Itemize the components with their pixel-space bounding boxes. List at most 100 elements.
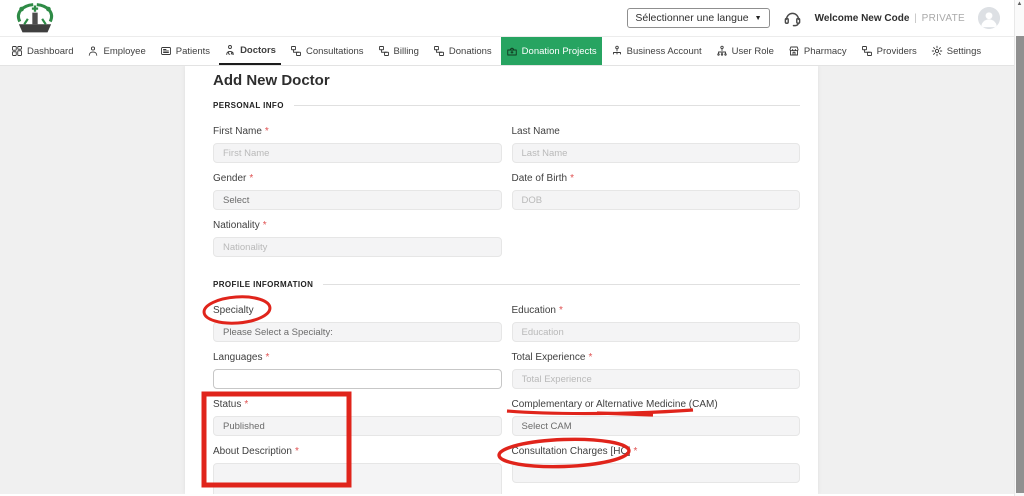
- nav-item-employee[interactable]: Employee: [82, 37, 150, 65]
- total-experience-input[interactable]: [511, 369, 800, 389]
- field-gender: Gender * Select: [213, 173, 502, 210]
- required-marker: *: [249, 173, 254, 184]
- education-input[interactable]: [511, 322, 800, 342]
- nav-item-patients[interactable]: Patients: [155, 37, 215, 65]
- providers-flow-icon: [861, 46, 872, 56]
- field-label: Complementary or Alternative Medicine (C…: [511, 399, 718, 410]
- required-marker: *: [244, 399, 249, 410]
- field-languages: Languages *: [213, 352, 502, 389]
- field-status: Status * Published: [213, 399, 502, 436]
- field-first-name: First Name *: [213, 126, 502, 163]
- support-headset-icon[interactable]: [783, 9, 802, 28]
- patients-card-icon: [160, 47, 171, 55]
- last-name-input[interactable]: [511, 143, 800, 163]
- page-background: Add New Doctor PERSONAL INFO First Name *…: [0, 66, 1024, 494]
- first-name-input[interactable]: [213, 143, 502, 163]
- field-education: Education *: [511, 305, 800, 342]
- specialty-select[interactable]: Please Select a Specialty:: [213, 322, 502, 342]
- language-selector-label: Sélectionner une langue: [635, 12, 749, 24]
- nav-label: Donation Projects: [521, 45, 597, 57]
- avatar-person-icon: [978, 7, 1000, 29]
- required-marker: *: [265, 352, 270, 363]
- field-specialty: Specialty Please Select a Specialty:: [213, 305, 502, 342]
- welcome-separator: |: [914, 12, 917, 24]
- profile-information-fields: Specialty Please Select a Specialty: Edu…: [213, 305, 800, 494]
- field-about-description: About Description *: [213, 446, 502, 494]
- field-label: Status: [213, 399, 242, 410]
- field-total-experience: Total Experience *: [511, 352, 800, 389]
- nav-item-pharmacy[interactable]: Pharmacy: [783, 37, 852, 65]
- nav-item-doctors[interactable]: Doctors: [219, 37, 281, 65]
- welcome-name: Welcome New Code: [814, 12, 910, 24]
- nav-item-providers[interactable]: Providers: [856, 37, 922, 65]
- field-label: Total Experience: [511, 352, 586, 363]
- nav-label: Billing: [393, 45, 419, 57]
- billing-flow-icon: [378, 46, 389, 56]
- nav-label: Business Account: [626, 45, 702, 57]
- nav-item-settings[interactable]: Settings: [926, 37, 986, 65]
- nav-label: User Role: [731, 45, 774, 57]
- gender-select[interactable]: Select: [213, 190, 502, 210]
- field-label: About Description: [213, 446, 292, 457]
- required-marker: *: [294, 446, 299, 457]
- nav-label: Patients: [175, 45, 211, 57]
- field-label: Languages: [213, 352, 263, 363]
- cam-select[interactable]: Select CAM: [511, 416, 800, 436]
- section-personal-info: PERSONAL INFO: [213, 99, 800, 111]
- required-marker: *: [570, 173, 574, 184]
- user-role-icon: [716, 45, 727, 56]
- section-divider: [293, 104, 800, 106]
- languages-input[interactable]: [213, 369, 502, 389]
- scrollbar-thumb[interactable]: [1016, 36, 1024, 493]
- nav-item-donation-projects[interactable]: Donation Projects: [500, 37, 602, 65]
- field-label: Nationality: [213, 220, 260, 231]
- field-label: Specialty: [213, 305, 254, 316]
- donation-box-icon: [506, 47, 517, 56]
- top-header: Sélectionner une langue ▼ Welcome New Co…: [0, 0, 1024, 37]
- field-label: Gender: [213, 173, 247, 184]
- vertical-scrollbar[interactable]: ▲: [1014, 0, 1024, 496]
- consultation-charges-input[interactable]: [511, 463, 800, 483]
- section-label: PERSONAL INFO: [213, 100, 284, 110]
- required-marker: *: [558, 305, 563, 316]
- business-account-icon: [612, 45, 621, 55]
- field-last-name: Last Name: [511, 126, 800, 163]
- welcome-user-text: Welcome New Code | PRIVATE: [815, 13, 965, 24]
- nav-label: Doctors: [240, 44, 276, 56]
- personal-info-fields: First Name* Last Name Gender* Select Dat…: [213, 126, 800, 257]
- section-profile-information: PROFILE INFORMATION: [213, 278, 800, 290]
- nav-item-donations[interactable]: Donations: [428, 37, 497, 65]
- user-avatar[interactable]: [978, 7, 1000, 29]
- field-label: First Name: [213, 126, 262, 137]
- nav-label: Consultations: [305, 45, 364, 57]
- section-label: PROFILE INFORMATION: [213, 279, 314, 289]
- main-navigation: Dashboard Employee Patients Doctors Cons…: [0, 37, 1024, 66]
- field-cam: Complementary or Alternative Medicine (C…: [511, 399, 800, 436]
- field-label: Education: [511, 305, 556, 316]
- account-type-badge: PRIVATE: [921, 12, 965, 24]
- dob-input[interactable]: [511, 190, 800, 210]
- nationality-input[interactable]: [213, 237, 502, 257]
- field-nationality: Nationality *: [213, 220, 502, 257]
- page-title: Add New Doctor: [213, 72, 330, 89]
- section-divider: [323, 283, 800, 285]
- dashboard-icon: [12, 46, 22, 56]
- nav-item-dashboard[interactable]: Dashboard: [6, 37, 78, 65]
- required-marker: *: [264, 126, 269, 137]
- nav-label: Providers: [876, 45, 917, 57]
- nav-item-user-role[interactable]: User Role: [711, 37, 779, 65]
- scrollbar-up-arrow-icon[interactable]: ▲: [1015, 1, 1024, 7]
- language-selector[interactable]: Sélectionner une langue ▼: [627, 8, 770, 28]
- nav-label: Settings: [946, 45, 982, 57]
- status-select[interactable]: Published: [213, 416, 502, 436]
- add-doctor-form-card: Add New Doctor PERSONAL INFO First Name *…: [185, 66, 818, 494]
- employee-person-icon: [89, 46, 98, 56]
- field-consultation-charges: Consultation Charges [HC] *: [511, 446, 800, 494]
- about-description-textarea[interactable]: [213, 463, 502, 494]
- app-logo-icon: [16, 3, 54, 33]
- nav-item-business-account[interactable]: Business Account: [606, 37, 707, 65]
- nav-label: Donations: [448, 45, 492, 57]
- field-label: Consultation Charges [HC]: [511, 446, 631, 457]
- nav-item-consultations[interactable]: Consultations: [285, 37, 369, 65]
- nav-item-billing[interactable]: Billing: [373, 37, 424, 65]
